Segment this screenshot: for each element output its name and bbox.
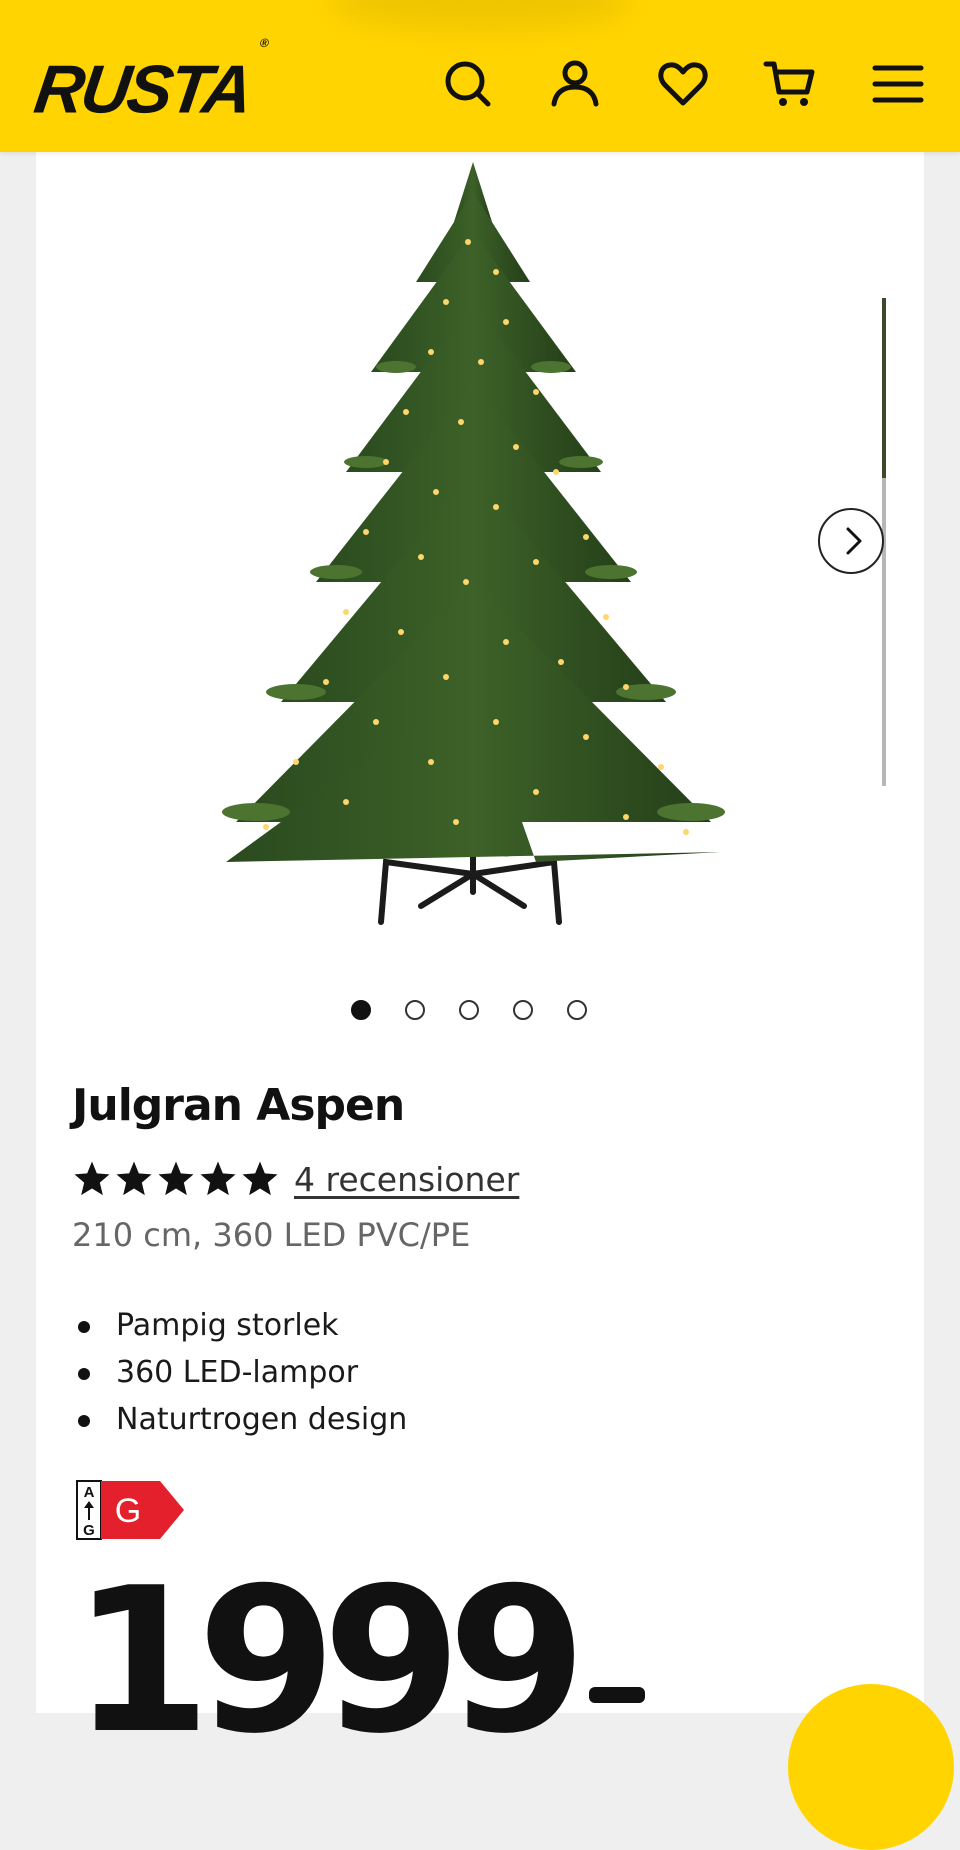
gallery-pagination [351,1000,587,1024]
reviews-link[interactable]: 4 recensioner [294,1160,519,1199]
menu-icon[interactable] [870,56,926,112]
price-dash [588,1687,645,1704]
feature-item: 360 LED-lampor [72,1349,407,1396]
star-icon [200,1161,236,1196]
star-icon [242,1161,278,1196]
gallery-next-button[interactable] [818,508,884,574]
header-glow [330,0,630,30]
gallery-dot-1[interactable] [351,1000,371,1020]
feature-list: Pampig storlek 360 LED-lampor Naturtroge… [72,1302,407,1443]
product-image[interactable] [206,162,776,952]
cart-icon[interactable] [762,56,818,112]
star-icon [116,1161,152,1196]
gallery-dot-2[interactable] [405,1000,425,1020]
rusta-logo[interactable]: RUSTA ® [30,36,270,128]
star-icon [74,1161,110,1196]
product-price: 1999 [72,1562,645,1762]
search-icon[interactable] [440,56,496,112]
gallery-dot-4[interactable] [513,1000,533,1020]
energy-scale-top: A [84,1484,95,1501]
product-title: Julgran Aspen [72,1080,405,1131]
energy-label-badge[interactable]: A G G [76,1480,186,1540]
gallery-dot-3[interactable] [459,1000,479,1020]
star-icon [158,1161,194,1196]
feature-item: Pampig storlek [72,1302,407,1349]
rating-stars [72,1159,280,1199]
chevron-right-icon [846,527,862,555]
feature-item: Naturtrogen design [72,1396,407,1443]
energy-class: G [115,1492,141,1530]
logo-text: RUSTA [30,51,255,128]
heart-icon[interactable] [655,56,711,112]
energy-scale-bottom: G [83,1522,95,1539]
site-header: RUSTA ® [0,0,960,152]
price-value: 1999 [72,1545,587,1778]
account-icon[interactable] [547,56,603,112]
product-rating: 4 recensioner [72,1154,519,1204]
gallery-dot-5[interactable] [567,1000,587,1020]
add-to-cart-button[interactable] [788,1684,954,1850]
logo-registered-mark: ® [259,36,270,50]
product-card: Julgran Aspen 4 recensioner 210 cm, 360 … [36,152,954,1850]
product-image-gallery[interactable] [36,152,924,972]
product-variant: 210 cm, 360 LED PVC/PE [72,1216,471,1254]
